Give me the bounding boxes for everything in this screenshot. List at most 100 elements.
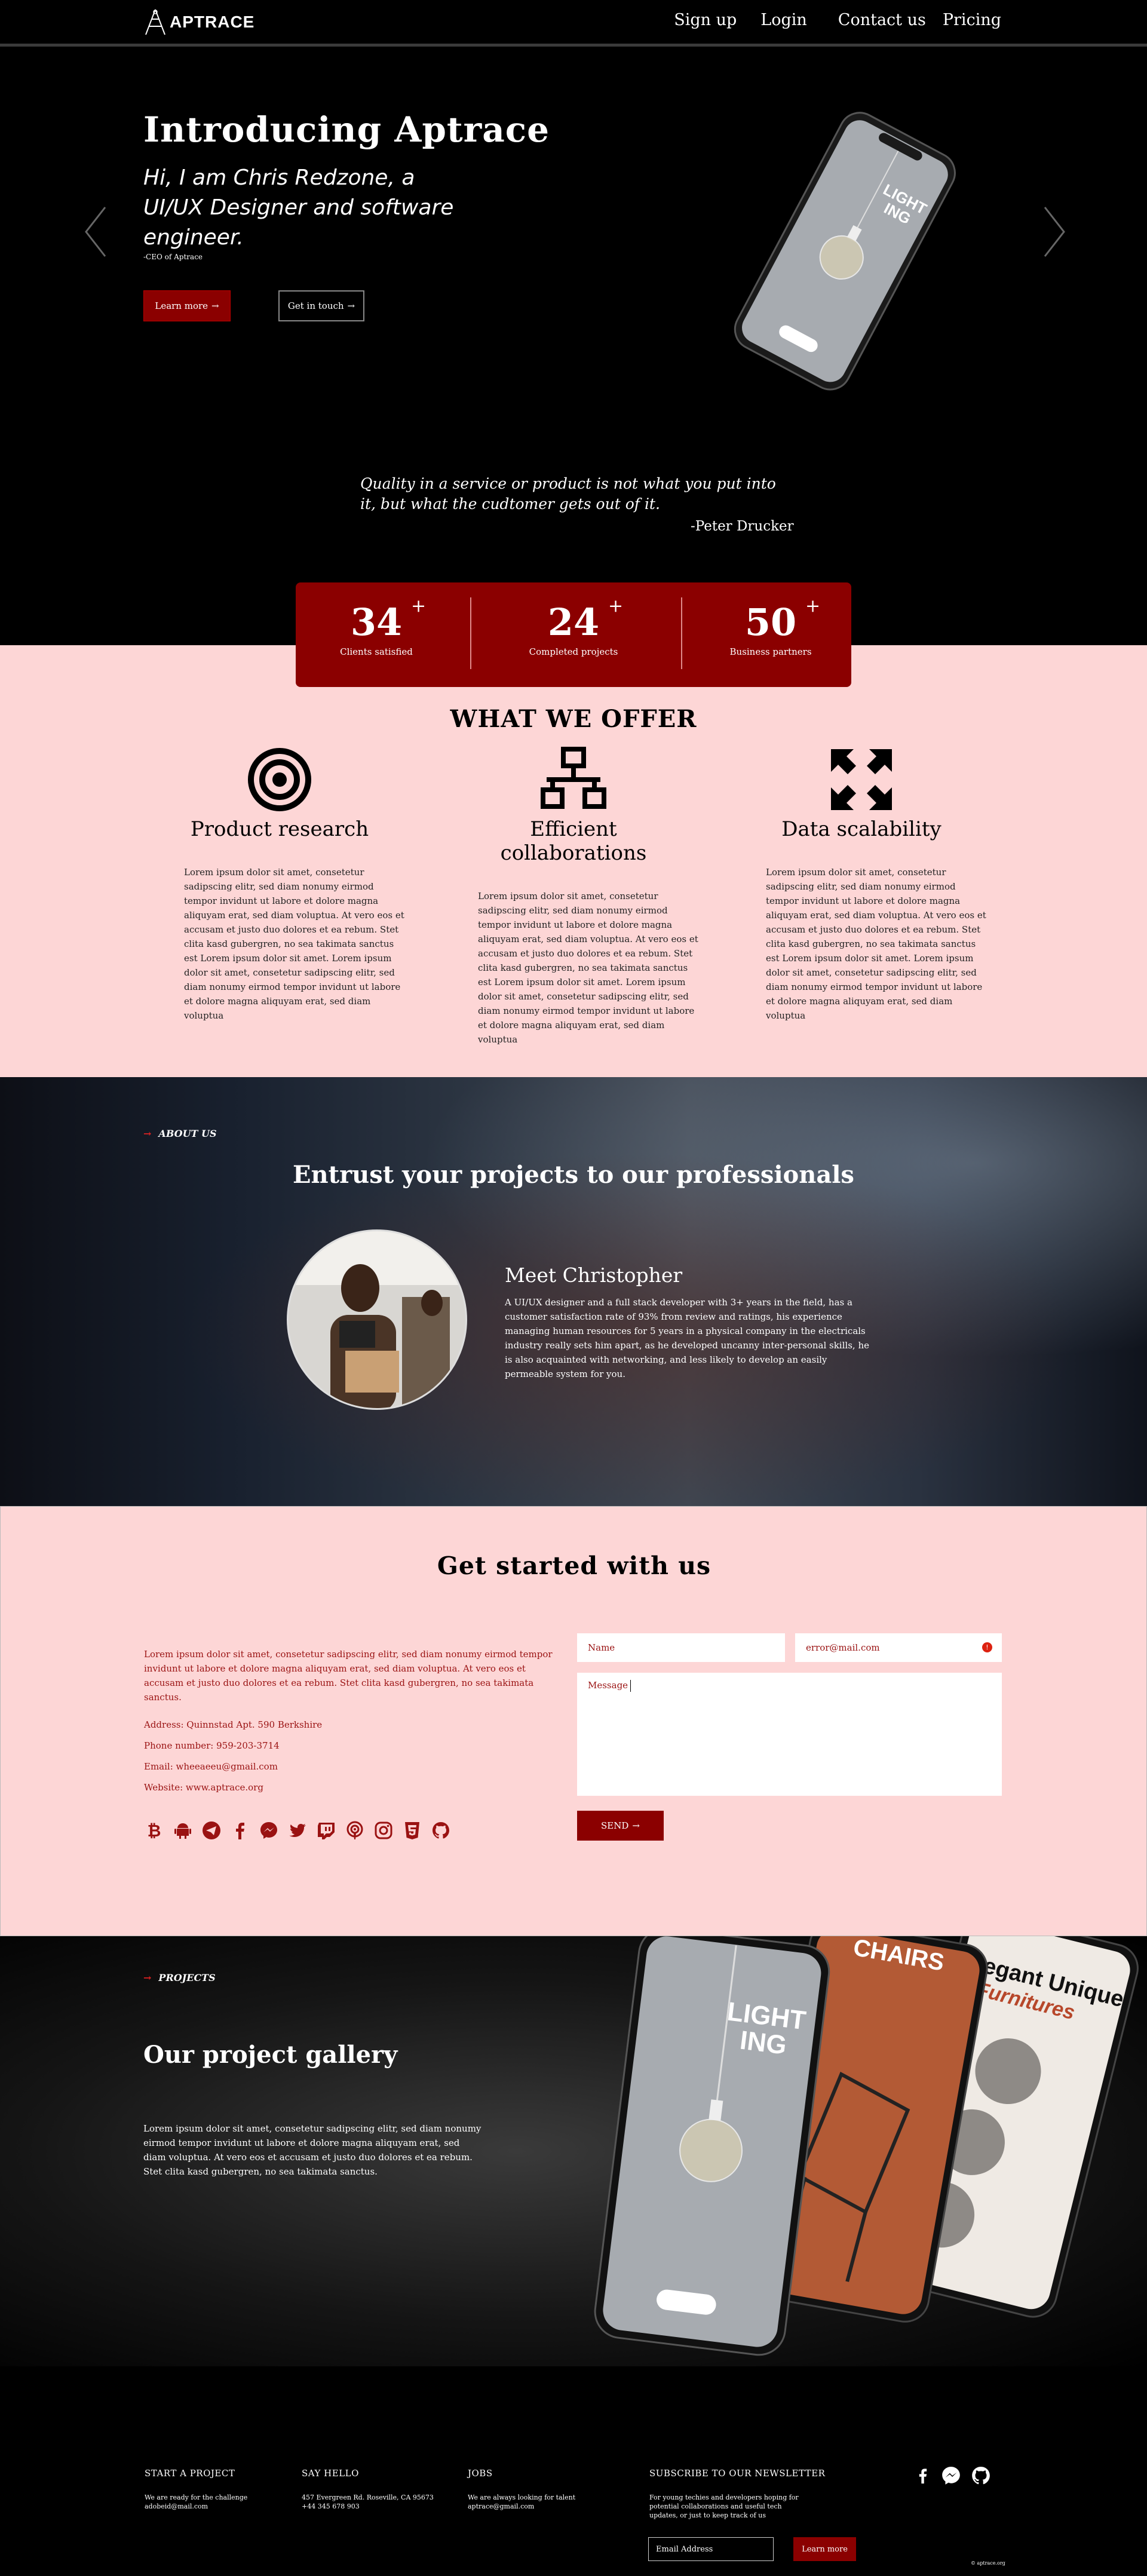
nav-pricing[interactable]: Pricing <box>943 11 1001 29</box>
target-icon <box>248 748 311 811</box>
footer-heading: JOBS <box>468 2468 493 2479</box>
copyright: © aptrace.org <box>971 2560 1005 2566</box>
brand-logo[interactable]: APTRACE <box>143 8 254 36</box>
footer-text: For young techies and developers hoping … <box>649 2494 799 2519</box>
expand-icon <box>831 749 892 810</box>
nav-login[interactable]: Login <box>760 11 807 29</box>
offer-heading: Product research <box>190 817 369 841</box>
get-started-intro: Lorem ipsum dolor sit amet, consetetur s… <box>144 1649 553 1703</box>
telegram-icon[interactable] <box>201 1820 222 1841</box>
stats-banner: 34 + Clients satisfied 24 + Completed proj… <box>296 582 851 687</box>
projects-title: Our project gallery <box>143 2041 398 2069</box>
contact-email: Email: wheeaeeu@gmail.com <box>144 1761 278 1772</box>
footer-text: 457 Evergreen Rd. Roseville, CA 95673 <box>302 2494 434 2501</box>
contact-website: Website: www.aptrace.org <box>144 1782 263 1793</box>
newsletter-email-input[interactable]: Email Address <box>648 2537 774 2561</box>
send-label: SEND <box>601 1820 629 1831</box>
contact-address: Address: Quinnstad Apt. 590 Berkshire <box>144 1719 323 1730</box>
footer-social-icons <box>914 2465 992 2486</box>
meet-heading: Meet Christopher <box>505 1264 683 1287</box>
android-icon[interactable] <box>173 1820 193 1841</box>
css3-icon[interactable] <box>402 1820 422 1841</box>
about-label: → ABOUT US <box>143 1128 217 1139</box>
github-icon[interactable] <box>970 2465 992 2486</box>
message-input[interactable]: Message <box>577 1673 1002 1796</box>
footer-text: We are always looking for talent <box>468 2494 576 2501</box>
offer-product-research: Product research Lorem ipsum dolor sit a… <box>172 747 404 1023</box>
carousel-prev-icon[interactable] <box>84 205 108 259</box>
stat-clients: 34 + Clients satisfied <box>296 596 457 657</box>
stat-value: 34 <box>350 600 403 644</box>
footer-email-link[interactable]: adobeid@mail.com <box>145 2502 247 2511</box>
stat-partners: 50 + Business partners <box>690 596 851 657</box>
meet-bio: A UI/UX designer and a full stack develo… <box>505 1297 869 1379</box>
learn-more-label: Learn more <box>155 300 208 311</box>
nav-sign-up[interactable]: Sign up <box>674 11 737 29</box>
bitcoin-icon[interactable]: ₿ <box>144 1820 164 1841</box>
messenger-icon[interactable] <box>259 1820 279 1841</box>
svg-text:ING: ING <box>738 2026 789 2060</box>
footer-email-link[interactable]: aptrace@gmail.com <box>468 2502 575 2511</box>
projects-section: → PROJECTS Our project gallery Lorem ips… <box>0 1936 1147 2366</box>
arrow-right-icon: → <box>347 300 355 311</box>
hero-subtitle: Hi, I am Chris Redzone, a UI/UX Designer… <box>143 165 454 250</box>
hero-quote: Quality in a service or product is not w… <box>360 475 776 513</box>
arrow-right-icon: → <box>143 1972 152 1983</box>
footer: START A PROJECT We are ready for the cha… <box>0 2366 1147 2576</box>
network-icon <box>541 747 606 809</box>
footer-heading: START A PROJECT <box>145 2468 235 2479</box>
carousel-next-icon[interactable] <box>1042 205 1066 259</box>
facebook-icon[interactable] <box>230 1820 250 1841</box>
get-in-touch-button[interactable]: Get in touch → <box>278 290 364 321</box>
message-placeholder: Message <box>588 1680 628 1691</box>
contact-phone: Phone number: 959-203-3714 <box>144 1740 280 1751</box>
podcast-icon[interactable] <box>345 1820 365 1841</box>
footer-say-hello: SAY HELLO 457 Evergreen Rd. Roseville, C… <box>302 2468 434 2511</box>
messenger-icon[interactable] <box>940 2465 962 2486</box>
footer-heading: SUBSCRIBE TO OUR NEWSLETTER <box>649 2468 826 2479</box>
stat-projects: 24 + Completed projects <box>493 596 654 657</box>
about-title: Entrust your projects to our professiona… <box>293 1161 854 1189</box>
instagram-icon[interactable] <box>373 1820 394 1841</box>
offer-heading: Data scalability <box>781 817 941 841</box>
hero-role: -CEO of Aptrace <box>143 253 203 261</box>
offer-efficient-collaborations: Efficient collaborations Lorem ipsum dol… <box>466 747 698 1047</box>
hero-title: Introducing Aptrace <box>143 109 550 150</box>
about-label-text: ABOUT US <box>158 1128 217 1139</box>
name-placeholder: Name <box>588 1642 615 1653</box>
twitch-icon[interactable] <box>316 1820 336 1841</box>
stat-label: Business partners <box>729 646 812 657</box>
avatar <box>287 1229 467 1410</box>
email-placeholder: error@mail.com <box>806 1642 880 1653</box>
plus-sign: + <box>608 596 624 617</box>
stat-label: Completed projects <box>529 646 618 657</box>
footer-phone: +44 345 678 903 <box>302 2503 360 2510</box>
stat-label: Clients satisfied <box>340 646 413 657</box>
offer-heading: Efficient collaborations <box>500 817 647 865</box>
projects-label-text: PROJECTS <box>158 1972 216 1983</box>
facebook-icon[interactable] <box>914 2465 932 2486</box>
hero-phone-image: LIGHT ING <box>734 112 956 391</box>
get-started-title: Get started with us <box>437 1551 711 1580</box>
email-input[interactable]: error@mail.com ! <box>795 1633 1002 1662</box>
top-nav: APTRACE Sign up Login Contact us Pricing <box>0 0 1147 47</box>
stat-divider <box>470 597 471 669</box>
stat-value: 50 <box>744 600 797 644</box>
nav-contact-us[interactable]: Contact us <box>838 11 926 29</box>
learn-more-button[interactable]: Learn more → <box>143 290 231 321</box>
brand-name: APTRACE <box>170 13 255 31</box>
offer-text: Lorem ipsum dolor sit amet, consetetur s… <box>184 867 404 1021</box>
github-icon[interactable] <box>431 1820 451 1841</box>
offer-data-scalability: Data scalability Lorem ipsum dolor sit a… <box>754 747 986 1023</box>
newsletter-learn-more-button[interactable]: Learn more <box>793 2537 856 2561</box>
projects-text: Lorem ipsum dolor sit amet, consetetur s… <box>143 2123 482 2177</box>
name-input[interactable]: Name <box>577 1633 785 1662</box>
send-button[interactable]: SEND → <box>577 1811 664 1841</box>
text-cursor <box>630 1680 631 1692</box>
plus-sign: + <box>411 596 427 617</box>
arrow-right-icon: → <box>143 1128 152 1139</box>
stat-value: 24 <box>547 600 600 644</box>
svg-text:₿: ₿ <box>148 1821 161 1841</box>
hero-section: Introducing Aptrace Hi, I am Chris Redzo… <box>0 50 1147 645</box>
twitter-icon[interactable] <box>287 1820 308 1841</box>
